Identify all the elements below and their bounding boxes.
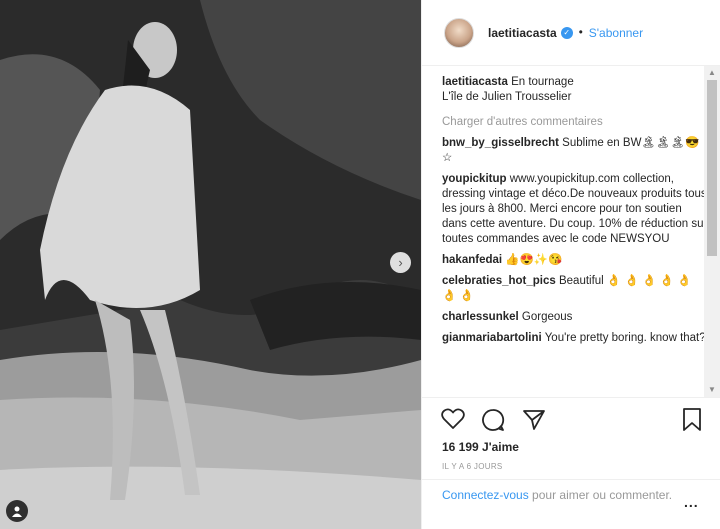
- list-item: bnw_by_gisselbrecht Sublime en BW🏝🏝🏝😎☆: [442, 136, 708, 166]
- caption-username[interactable]: laetitiacasta: [442, 76, 508, 88]
- next-photo-button[interactable]: ›: [390, 252, 411, 273]
- post-timestamp[interactable]: IL Y A 6 JOURS: [442, 462, 503, 471]
- bookmark-icon[interactable]: [682, 408, 702, 432]
- header-username[interactable]: laetitiacasta: [488, 26, 557, 40]
- heart-icon[interactable]: [441, 408, 465, 430]
- divider: [422, 397, 720, 398]
- login-link[interactable]: Connectez-vous: [442, 488, 529, 502]
- verified-check-icon: ✓: [560, 26, 573, 39]
- caption-line-1: En tournage: [511, 76, 574, 88]
- caption: laetitiacasta En tournage L'île de Julie…: [442, 75, 708, 105]
- divider: [422, 479, 720, 480]
- scroll-up-icon[interactable]: ▲: [704, 66, 720, 80]
- comment-text: You're pretty boring. know that?: [544, 332, 706, 344]
- comment-username[interactable]: youpickitup: [442, 173, 507, 185]
- likes-count[interactable]: 16 199 J'aime: [442, 440, 519, 454]
- post-header: laetitiacasta ✓ • S'abonner: [422, 0, 720, 66]
- scrollbar-thumb[interactable]: [707, 80, 717, 256]
- comment-text: 👍😍✨😘: [505, 254, 563, 266]
- list-item: charlessunkel Gorgeous: [442, 310, 708, 325]
- comment-username[interactable]: charlessunkel: [442, 311, 519, 323]
- login-prompt-text: pour aimer ou commenter.: [528, 488, 673, 502]
- scroll-down-icon[interactable]: ▼: [704, 383, 720, 397]
- comment-username[interactable]: gianmariabartolini: [442, 332, 542, 344]
- post-photo[interactable]: ›: [0, 0, 421, 529]
- comments-list: laetitiacasta En tournage L'île de Julie…: [442, 75, 708, 397]
- comment-username[interactable]: bnw_by_gisselbrecht: [442, 137, 559, 149]
- caption-line-2: L'île de Julien Trousselier: [442, 91, 572, 103]
- tagged-user-icon[interactable]: [6, 500, 28, 522]
- avatar[interactable]: [444, 17, 474, 48]
- photo-scene: [0, 0, 421, 529]
- list-item: youpickitup www.youpickitup.com collecti…: [442, 172, 708, 247]
- comment-username[interactable]: celebraties_hot_pics: [442, 275, 556, 287]
- comment-icon[interactable]: [481, 408, 505, 432]
- list-item: hakanfedai 👍😍✨😘: [442, 253, 708, 268]
- login-prompt: Connectez-vous pour aimer ou commenter.: [442, 487, 682, 503]
- comment-text: Gorgeous: [521, 311, 573, 323]
- header-separator: •: [578, 26, 583, 39]
- action-bar: [441, 408, 706, 434]
- follow-button[interactable]: S'abonner: [589, 26, 643, 40]
- load-more-comments-button[interactable]: Charger d'autres commentaires: [442, 115, 708, 130]
- post-side-panel: laetitiacasta ✓ • S'abonner laetitiacast…: [421, 0, 720, 529]
- comments-scrollbar[interactable]: ▲ ▼: [704, 66, 720, 397]
- list-item: celebraties_hot_pics Beautiful 👌 👌 👌 👌 👌…: [442, 274, 708, 304]
- share-icon[interactable]: [522, 408, 546, 432]
- more-options-button[interactable]: ...: [684, 494, 699, 510]
- list-item: gianmariabartolini You're pretty boring.…: [442, 331, 708, 346]
- comment-username[interactable]: hakanfedai: [442, 254, 502, 266]
